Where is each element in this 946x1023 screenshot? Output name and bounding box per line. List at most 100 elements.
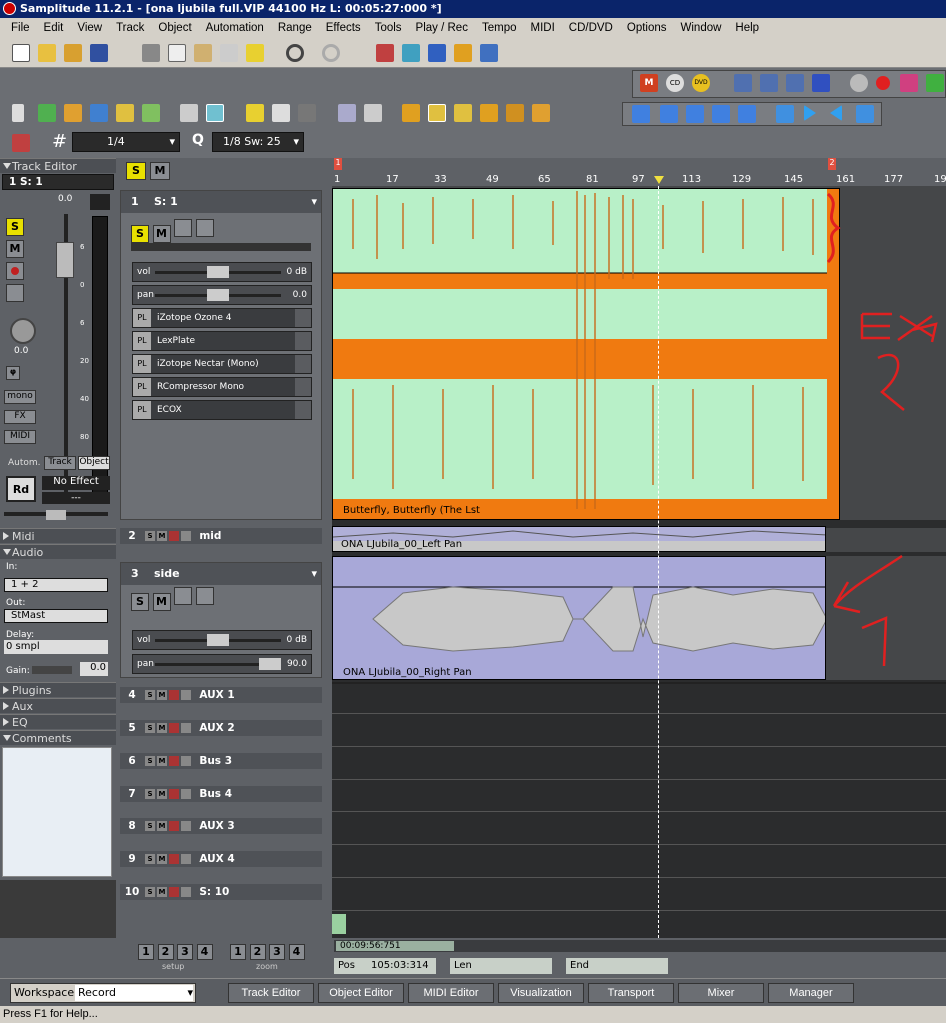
volume-tool-icon[interactable] (454, 104, 472, 122)
mixer-tab[interactable]: Mixer (678, 983, 764, 1003)
track-3-volume[interactable]: vol 0 dB (132, 630, 312, 650)
range-tool-icon[interactable] (38, 104, 56, 122)
goto-start-icon[interactable] (632, 105, 650, 123)
timeline-ruler[interactable]: 1 2 1 17 33 49 65 81 97 113 129 145 161 … (332, 158, 946, 186)
audio-section-header[interactable]: Audio (0, 544, 116, 559)
arrange-window[interactable]: Butterfly, Butterfly (The Lst ONA LJubil… (332, 186, 946, 938)
track-4[interactable]: 4SM AUX 1 (120, 687, 322, 703)
track-3-mute[interactable]: M (152, 593, 171, 611)
midi-button[interactable]: MIDI (4, 430, 36, 444)
mixdown-icon[interactable]: M (640, 74, 658, 92)
track-select[interactable]: 1 S: 1 (2, 174, 114, 190)
track-1-record[interactable] (174, 219, 192, 237)
phase-icon[interactable]: φ (6, 366, 20, 380)
track-1-header[interactable]: 1 S: 1 ▾ (121, 191, 321, 213)
automation-slider-thumb[interactable] (46, 510, 66, 520)
plugin-slot-5[interactable]: PL ECOX (132, 400, 312, 420)
record-icon[interactable] (876, 76, 890, 90)
menu-automation[interactable]: Automation (199, 22, 271, 34)
marker-1[interactable]: 1 (334, 158, 342, 170)
object-list-icon[interactable] (480, 44, 498, 62)
aux-section-header[interactable]: Aux (0, 698, 116, 713)
track-9[interactable]: 9SM AUX 4 (120, 851, 322, 867)
shuffle-icon[interactable] (856, 105, 874, 123)
chevron-down-icon[interactable]: ▾ (187, 984, 193, 1002)
comments-textarea[interactable] (2, 747, 112, 877)
dvd-icon[interactable]: DVD (692, 74, 710, 92)
output-select[interactable]: StMast (4, 609, 108, 623)
global-solo-button[interactable]: S (126, 162, 146, 180)
grid-tool-icon[interactable] (480, 104, 498, 122)
mute-button[interactable]: M (6, 240, 24, 258)
redo-icon[interactable] (322, 44, 340, 62)
monitor-icon[interactable] (926, 74, 944, 92)
audio-clip-track-2[interactable]: ONA LJubila_00_Left Pan (332, 526, 826, 552)
track-3-record[interactable] (174, 587, 192, 605)
menu-range[interactable]: Range (271, 22, 319, 34)
track-name[interactable]: S: 1 (154, 195, 178, 208)
punch-icon[interactable] (760, 74, 778, 92)
track-editor-header[interactable]: Track Editor (0, 158, 116, 173)
comments-section-header[interactable]: Comments (0, 730, 116, 745)
track-1-solo[interactable]: S (131, 225, 149, 243)
hand-tool-icon[interactable] (64, 104, 82, 122)
solo-button[interactable]: S (6, 218, 24, 236)
fade-tool-icon[interactable] (428, 104, 446, 122)
eq-section-header[interactable]: EQ (0, 714, 116, 729)
mono-button[interactable]: mono (4, 390, 36, 404)
marker-2[interactable]: 2 (828, 158, 836, 170)
grid-select[interactable]: 1/4 ▾ (72, 132, 180, 152)
object-tab[interactable]: Object (78, 456, 110, 470)
play-icon[interactable] (804, 105, 816, 121)
chevron-down-icon[interactable]: ▾ (311, 563, 317, 585)
prev-marker-icon[interactable] (660, 105, 678, 123)
plugin-slot-2[interactable]: PL LexPlate (132, 331, 312, 351)
pointer-tool-icon[interactable] (12, 104, 24, 122)
effect-select[interactable]: No Effect (42, 476, 110, 490)
zoom-button-1[interactable]: 1 (230, 944, 246, 960)
chevron-down-icon[interactable]: ▾ (311, 191, 317, 213)
gain-field[interactable]: 0.0 (80, 662, 108, 676)
marker-pen-icon[interactable] (246, 44, 264, 62)
marker-icon[interactable] (786, 74, 804, 92)
plugin-slot-1[interactable]: PL iZotope Ozone 4 (132, 308, 312, 328)
track-list-icon[interactable] (454, 44, 472, 62)
track-2[interactable]: 2SM mid (120, 528, 322, 544)
setup-button-4[interactable]: 4 (196, 944, 213, 960)
input-select[interactable]: 1 + 2 (4, 578, 108, 592)
object-editor-tab[interactable]: Object Editor (318, 983, 404, 1003)
zoom-button-4[interactable]: 4 (288, 944, 305, 960)
menu-play-rec[interactable]: Play / Rec (409, 22, 475, 34)
paste-special-icon[interactable] (220, 44, 238, 62)
track-name[interactable]: side (154, 567, 180, 580)
lr-tool-icon[interactable] (142, 104, 160, 122)
crossfade-icon[interactable] (402, 44, 420, 62)
open-project-icon[interactable] (64, 44, 82, 62)
zoom-tool-icon[interactable] (364, 104, 382, 122)
eraser-tool-icon[interactable] (298, 104, 316, 122)
read-mode-button[interactable]: Rd (6, 476, 36, 502)
delay-field[interactable]: 0 smpl (4, 640, 108, 654)
next-marker-icon[interactable] (686, 105, 704, 123)
horizontal-scrollbar[interactable]: 00:09:56:751 (334, 940, 946, 952)
object-tool-icon[interactable] (116, 104, 134, 122)
forward-icon[interactable] (738, 105, 756, 123)
plugins-section-header[interactable]: Plugins (0, 682, 116, 697)
menu-view[interactable]: View (70, 22, 109, 34)
track-8[interactable]: 8SM AUX 3 (120, 818, 322, 834)
pan-knob[interactable] (10, 318, 36, 344)
menu-edit[interactable]: Edit (37, 22, 71, 34)
manager-tab[interactable]: Manager (768, 983, 854, 1003)
zoom-button-3[interactable]: 3 (269, 944, 285, 960)
magnet-icon[interactable] (12, 134, 30, 152)
visualization-tab[interactable]: Visualization (498, 983, 584, 1003)
snap-icon[interactable] (376, 44, 394, 62)
track-3-header[interactable]: 3 side ▾ (121, 563, 321, 585)
lock-tool-icon[interactable] (402, 104, 420, 122)
curve-tool-icon[interactable] (90, 104, 108, 122)
menu-tempo[interactable]: Tempo (475, 22, 524, 34)
audio-clip-track-1[interactable]: Butterfly, Butterfly (The Lst (332, 188, 840, 520)
cut-icon[interactable] (142, 44, 160, 62)
track-name[interactable]: mid (199, 530, 221, 542)
track-1-mute[interactable]: M (152, 225, 171, 243)
